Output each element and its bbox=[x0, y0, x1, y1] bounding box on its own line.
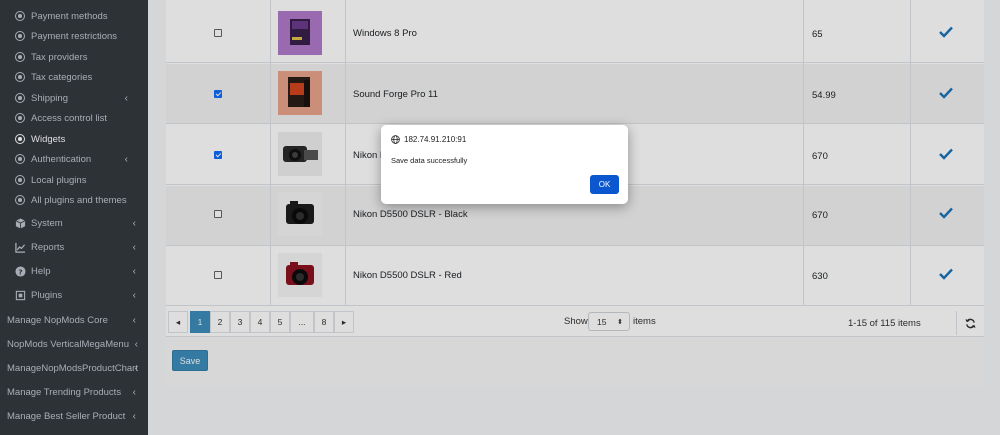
globe-icon bbox=[391, 135, 400, 144]
dialog-origin: 182.74.91.210:91 bbox=[391, 135, 466, 144]
ok-button[interactable]: OK bbox=[590, 175, 619, 194]
dialog-origin-text: 182.74.91.210:91 bbox=[404, 135, 467, 144]
alert-dialog: 182.74.91.210:91 Save data successfully … bbox=[381, 125, 628, 204]
modal-backdrop bbox=[0, 0, 1000, 435]
dialog-message: Save data successfully bbox=[391, 156, 468, 165]
